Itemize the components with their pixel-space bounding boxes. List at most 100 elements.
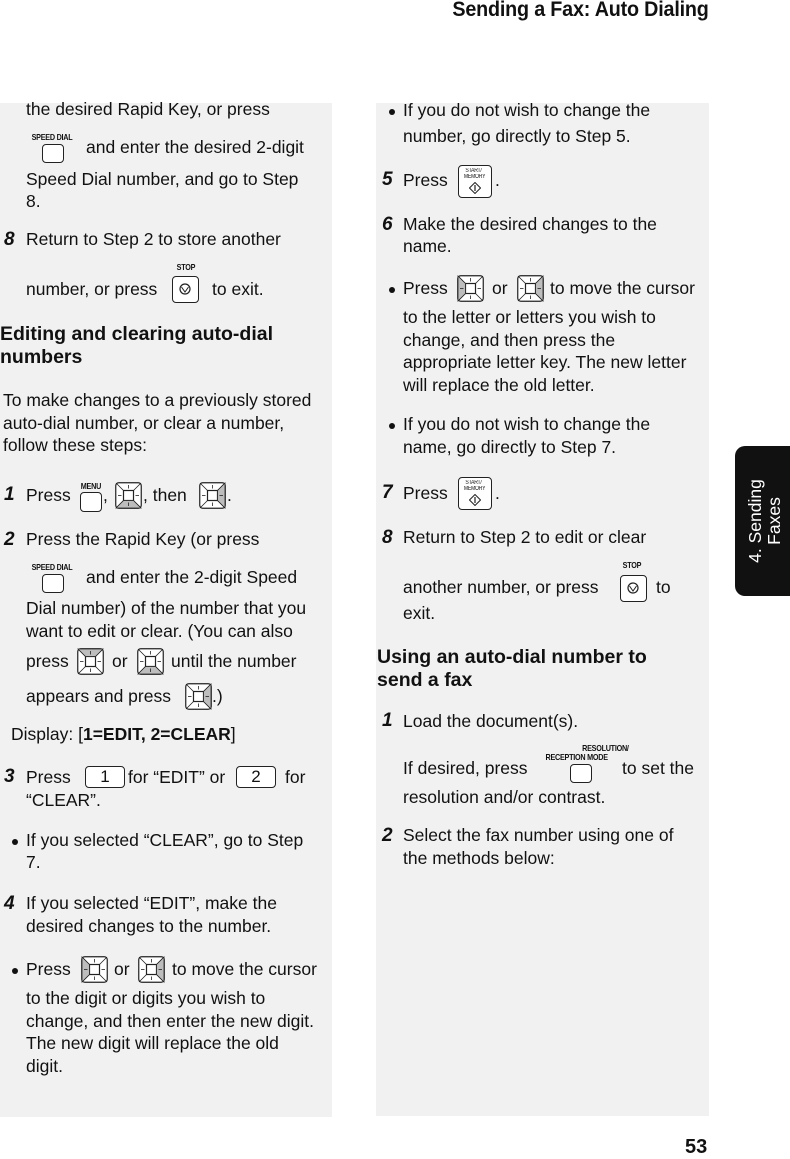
bullet-line: appropriate letter key. The new letter (403, 352, 687, 372)
reception-mode-key-label: RECEPTION MODE (545, 752, 608, 762)
bullet-text: name, go directly to Step 7. (403, 437, 617, 457)
step-text: another number, or press (403, 577, 599, 597)
step-text: for “EDIT” or (128, 767, 226, 787)
step-text: and enter the 2-digit Speed (86, 567, 298, 587)
step-text: Press (403, 170, 448, 190)
intro-paragraph: To make changes to a previously stored a… (3, 389, 311, 457)
step-text: the methods below: (403, 848, 555, 868)
bullet-text: Press (26, 959, 71, 979)
key-1: 1 (85, 766, 125, 788)
bullet-line: change, and then press the (403, 329, 616, 350)
down-arrow-key-icon (115, 482, 142, 509)
left-arrow-key-icon (81, 956, 108, 983)
step-text: , then (143, 485, 187, 505)
step-text: “CLEAR”. (26, 790, 101, 810)
speed-dial-key-label: SPEED DIAL (31, 132, 73, 142)
step-text: Return to Step 2 to edit or clear (403, 527, 647, 547)
step-text: until the number (171, 651, 297, 671)
display-value: 1=EDIT, 2=CLEAR (82, 724, 231, 744)
resolution-key-icon (570, 764, 592, 783)
stop-key-label: STOP (176, 262, 196, 272)
punct: , (103, 485, 108, 505)
bullet-text: If you selected “CLEAR”, go to Step (26, 830, 304, 850)
speed-dial-key-label: SPEED DIAL (31, 562, 73, 572)
bullet-line: digit. (26, 1055, 63, 1076)
bullet-icon (12, 839, 18, 845)
bullet-text: 7. (26, 852, 41, 872)
punct: . (495, 170, 500, 190)
step-text: name. (403, 236, 452, 256)
bullet-icon (389, 423, 395, 429)
step-number: 2 (4, 529, 15, 550)
continuation-text: and enter the desired 2-digit (86, 137, 304, 157)
bullet-line: The new digit will replace the old (26, 1033, 279, 1053)
punct: .) (212, 686, 223, 706)
bullet-text: to move the cursor (550, 278, 695, 298)
step-text: resolution and/or contrast. (403, 787, 606, 807)
bullet-text: If you do not wish to change the (403, 414, 651, 434)
step-text: If desired, press (403, 758, 528, 778)
heading-line: Using an auto-dial number to (377, 646, 647, 668)
step-text: Press the Rapid Key (or press (26, 529, 260, 549)
step-text: to exit. (212, 279, 264, 299)
step-text: want to edit or clear. (You can also (26, 621, 293, 641)
right-arrow-key-icon (517, 275, 544, 302)
bullet-line: will replace the old letter. (403, 374, 595, 395)
step-text: Press (26, 767, 71, 787)
step-number: 4 (4, 893, 15, 914)
right-arrow-key-icon (199, 482, 226, 509)
step-text: Select the fax number using one of (403, 825, 674, 845)
stop-key-label: STOP (622, 560, 642, 570)
step-text: If you selected “EDIT”, make the (26, 893, 277, 913)
step-number: 1 (4, 484, 15, 505)
step-text: Press (403, 483, 448, 503)
memory-key-label: MEMORY (463, 174, 486, 180)
step-text: exit. (403, 603, 436, 623)
display-prefix: Display: [ (11, 724, 83, 744)
down-arrow-key-icon (137, 648, 164, 675)
bullet-line: to the digit or digits you wish to (26, 988, 266, 1008)
bullet-continuation: to the digit or digits you wish to chang… (26, 987, 314, 1077)
heading-line: send a fax (377, 669, 473, 691)
key-2: 2 (236, 766, 276, 788)
bullet-text: number, go directly to Step 5. (403, 126, 631, 146)
menu-key-label: MENU (80, 481, 102, 491)
step-text: desired changes to the number. (26, 916, 272, 936)
step-number: 1 (382, 710, 393, 731)
heading-line: numbers (0, 346, 83, 368)
bullet-text: Press (403, 278, 448, 298)
step-number: 5 (382, 169, 393, 190)
stop-key-icon (172, 276, 199, 303)
right-arrow-key-icon (185, 683, 212, 710)
page-title: Sending a Fax: Auto Dialing (452, 0, 709, 21)
bullet-text: or (114, 959, 130, 979)
bullet-text: to move the cursor (172, 959, 317, 979)
bullet-icon (12, 968, 18, 974)
step-text: Return to Step 2 to store another (26, 229, 281, 249)
bullet-continuation: to the letter or letters you wish to cha… (403, 306, 686, 396)
tab-line: 4. Sending (745, 479, 765, 563)
step-number: 3 (4, 766, 15, 787)
chapter-tab-label: 4. Sending Faxes (745, 479, 784, 563)
bullet-text: If you do not wish to change the (403, 100, 651, 120)
step-text: to set the (622, 758, 694, 778)
heading-line: Editing and clearing auto-dial (0, 323, 274, 345)
bullet-icon (389, 287, 395, 293)
bullet-line: to the letter or letters you wish to (403, 307, 656, 327)
start-memory-key-icon: START/ MEMORY (458, 165, 492, 198)
step-text: or (112, 651, 128, 671)
step-text: appears and press (26, 686, 171, 706)
display-readout: Display: [1=EDIT, 2=CLEAR] (11, 724, 236, 745)
speed-dial-key-icon (42, 574, 64, 593)
chapter-tab[interactable]: 4. Sending Faxes (735, 446, 790, 596)
up-arrow-key-icon (77, 648, 104, 675)
stop-key-icon (620, 575, 647, 602)
intro-line: follow these steps: (3, 435, 147, 455)
right-arrow-key-icon (138, 956, 165, 983)
continuation-text: Speed Dial number, and go to Step (26, 169, 299, 189)
continuation-text: 8. (26, 191, 41, 211)
step-text: to (656, 577, 671, 597)
continuation-text: the desired Rapid Key, or press (26, 99, 270, 119)
intro-line: auto-dial number, or clear a number, (3, 412, 285, 433)
bullet-text: or (492, 278, 508, 298)
